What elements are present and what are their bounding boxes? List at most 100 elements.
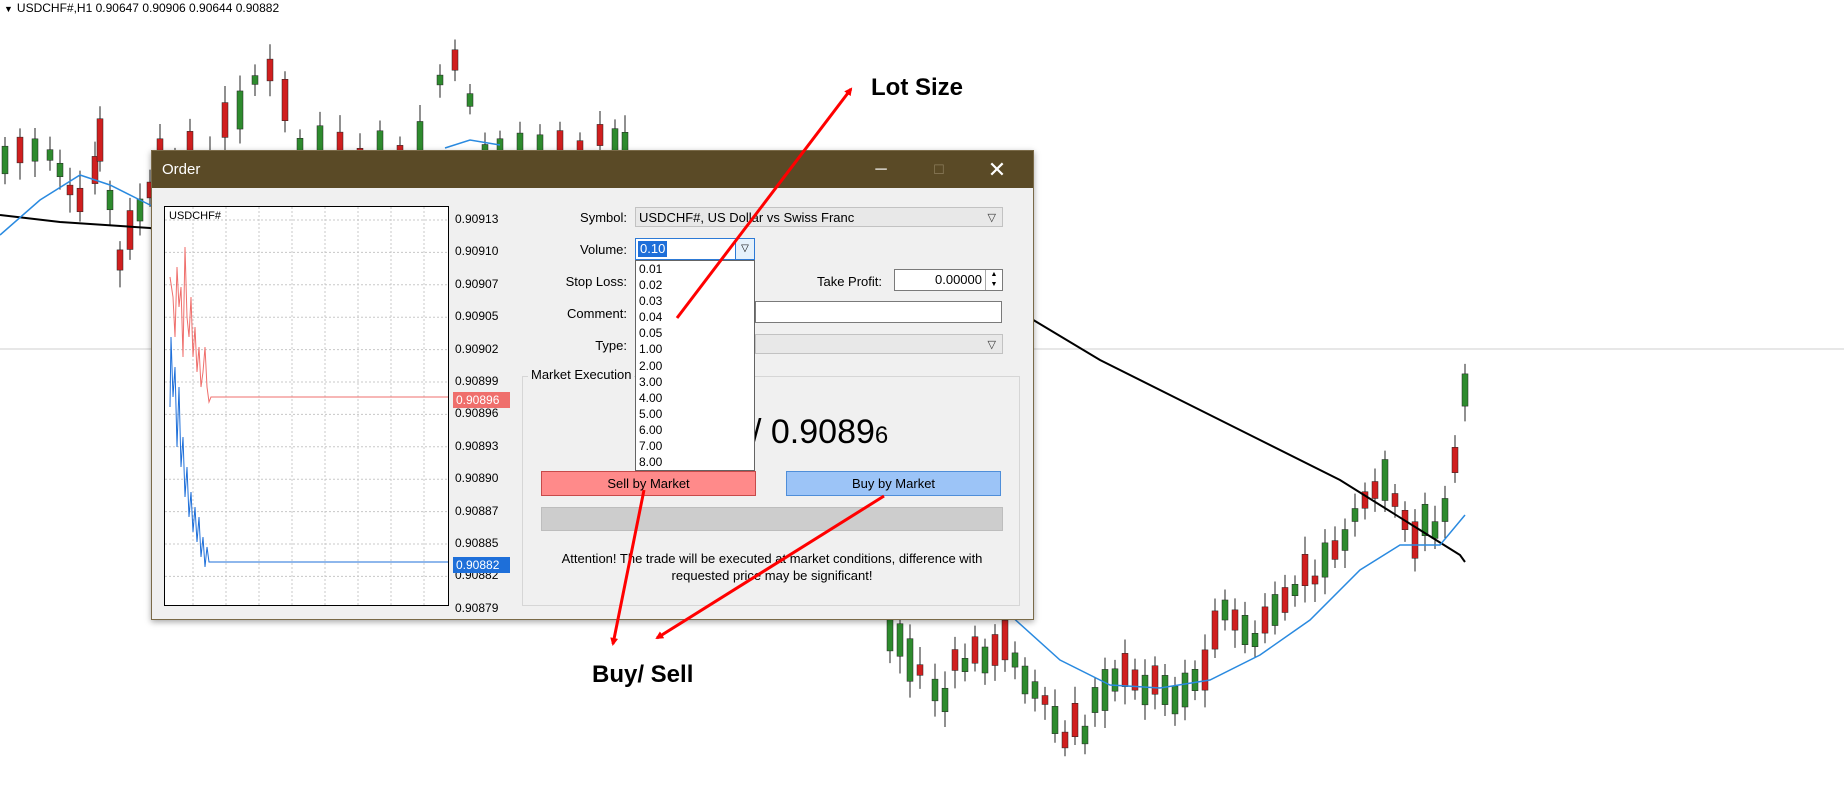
candle-body <box>1001 619 1009 661</box>
candle-body <box>251 75 259 85</box>
volume-value: 0.10 <box>638 241 668 257</box>
axis-tick-label: 0.90885 <box>455 536 499 550</box>
symbol-select-value: USDCHF#, US Dollar vs Swiss Franc <box>639 210 855 225</box>
volume-option[interactable]: 0.03 <box>636 293 754 309</box>
candle-body <box>1461 373 1469 407</box>
volume-option[interactable]: 1.00 <box>636 341 754 357</box>
candle-body <box>1381 459 1389 501</box>
candle-body <box>1071 703 1079 737</box>
buy-sell-annotation: Buy/ Sell <box>592 661 694 688</box>
candle-body <box>96 118 104 162</box>
candle-body <box>1341 529 1349 551</box>
candle-body <box>1241 615 1249 645</box>
axis-tick-label: 0.90905 <box>455 309 499 324</box>
tick-chart: USDCHF# 0.90913 0.90910 0.90907 0.90905 0.90… <box>164 206 512 615</box>
candle-body <box>971 636 979 664</box>
candle-body <box>1451 447 1459 473</box>
candle-body <box>281 79 289 121</box>
candle-body <box>16 136 24 164</box>
axis-tick-label: 0.90893 <box>455 438 499 453</box>
candle-body <box>466 93 474 107</box>
candle-body <box>931 678 939 702</box>
candle-body <box>1121 653 1129 687</box>
candle-body <box>1011 652 1019 668</box>
execution-progress-bar <box>541 507 1003 531</box>
candle-body <box>1171 685 1179 715</box>
minimize-icon[interactable]: ─ <box>852 151 910 188</box>
candle-body <box>66 184 74 196</box>
buy-price-tag: 0.90882 <box>453 557 510 573</box>
order-dialog: Order ─ ☐ ✕ USDCHF# 0.90913 0.90910 0.9090… <box>151 150 1034 620</box>
axis-tick-label: 0.90907 <box>455 276 499 291</box>
axis-tick-label: 0.90896 <box>455 406 499 421</box>
candle-body <box>46 149 54 161</box>
axis-tick-label: 0.90910 <box>455 244 499 259</box>
candle-body <box>1331 540 1339 560</box>
volume-option[interactable]: 0.01 <box>636 261 754 277</box>
ask-price-pip: 6 <box>874 422 889 449</box>
close-icon[interactable]: ✕ <box>968 151 1026 188</box>
candle-body <box>76 187 84 213</box>
chart-header-text: USDCHF#,H1 0.90647 0.90906 0.90644 0.908… <box>16 1 280 15</box>
spinner-arrows-icon[interactable]: ▲ ▼ <box>985 270 1002 290</box>
axis-tick-label: 0.90902 <box>455 341 499 356</box>
sell-price-line <box>169 246 448 404</box>
tick-chart-frame: USDCHF# <box>164 206 449 606</box>
candle-body <box>1191 669 1199 691</box>
candle-body <box>1251 633 1259 647</box>
type-select[interactable]: ▽ <box>755 334 1003 354</box>
volume-option[interactable]: 2.00 <box>636 358 754 374</box>
collapse-triangle-icon[interactable]: ▼ <box>4 4 13 14</box>
volume-option[interactable]: 8.00 <box>636 454 754 470</box>
volume-option[interactable]: 7.00 <box>636 438 754 454</box>
maximize-icon[interactable]: ☐ <box>910 151 968 188</box>
lot-size-annotation: Lot Size <box>871 74 964 101</box>
attention-message: Attention! The trade will be executed at… <box>561 551 983 583</box>
volume-option[interactable]: 4.00 <box>636 390 754 406</box>
candle-body <box>596 124 604 146</box>
candle-body <box>1211 610 1219 650</box>
volume-option[interactable]: 5.00 <box>636 406 754 422</box>
volume-option[interactable]: 0.04 <box>636 309 754 325</box>
candle-body <box>436 74 444 86</box>
sell-by-market-button[interactable]: Sell by Market <box>541 471 756 496</box>
axis-tick-label: 0.90899 <box>455 374 499 388</box>
volume-option[interactable]: 0.05 <box>636 325 754 341</box>
candle-body <box>1061 731 1069 749</box>
volume-option[interactable]: 0.02 <box>636 277 754 293</box>
take-profit-input[interactable]: 0.00000 ▲ ▼ <box>894 269 1003 291</box>
candle-body <box>266 58 274 82</box>
volume-option[interactable]: 6.00 <box>636 422 754 438</box>
ask-price-main: / 0.9089 <box>752 413 875 451</box>
symbol-select[interactable]: USDCHF#, US Dollar vs Swiss Franc ▽ <box>635 207 1003 227</box>
dialog-titlebar[interactable]: Order ─ ☐ ✕ <box>152 151 1033 188</box>
comment-input[interactable] <box>755 301 1002 323</box>
candle-body <box>941 687 949 713</box>
candle-body <box>1431 521 1439 539</box>
ask-price-display: / 0.90896 <box>752 413 888 452</box>
candle-body <box>1111 668 1119 692</box>
stop-loss-label: Stop Loss: <box>565 274 627 289</box>
take-profit-value: 0.00000 <box>935 272 982 287</box>
buy-by-market-button[interactable]: Buy by Market <box>786 471 1001 496</box>
candle-body <box>1141 674 1149 706</box>
candle-body <box>1031 681 1039 699</box>
candle-body <box>1441 498 1449 522</box>
comment-label: Comment: <box>567 306 627 321</box>
volume-dropdown-chevron-icon[interactable]: ▽ <box>735 239 754 259</box>
axis-tick-label: 0.90913 <box>455 212 499 226</box>
volume-option[interactable]: 3.00 <box>636 374 754 390</box>
candle-body <box>991 634 999 666</box>
volume-combobox[interactable]: 0.10 ▽ <box>635 238 755 260</box>
candle-body <box>1 145 9 175</box>
candle-body <box>1231 609 1239 631</box>
candle-body <box>1281 587 1289 613</box>
candle-body <box>106 189 114 211</box>
candle-body <box>56 162 64 178</box>
candle-body <box>1301 554 1309 586</box>
candle-body <box>1091 687 1099 713</box>
candle-body <box>1261 606 1269 634</box>
volume-dropdown-list: 0.01 0.02 0.03 0.04 0.05 1.00 2.00 3.00 4.00 5.00… <box>635 260 755 471</box>
candle-body <box>1311 575 1319 585</box>
candle-body <box>951 649 959 671</box>
